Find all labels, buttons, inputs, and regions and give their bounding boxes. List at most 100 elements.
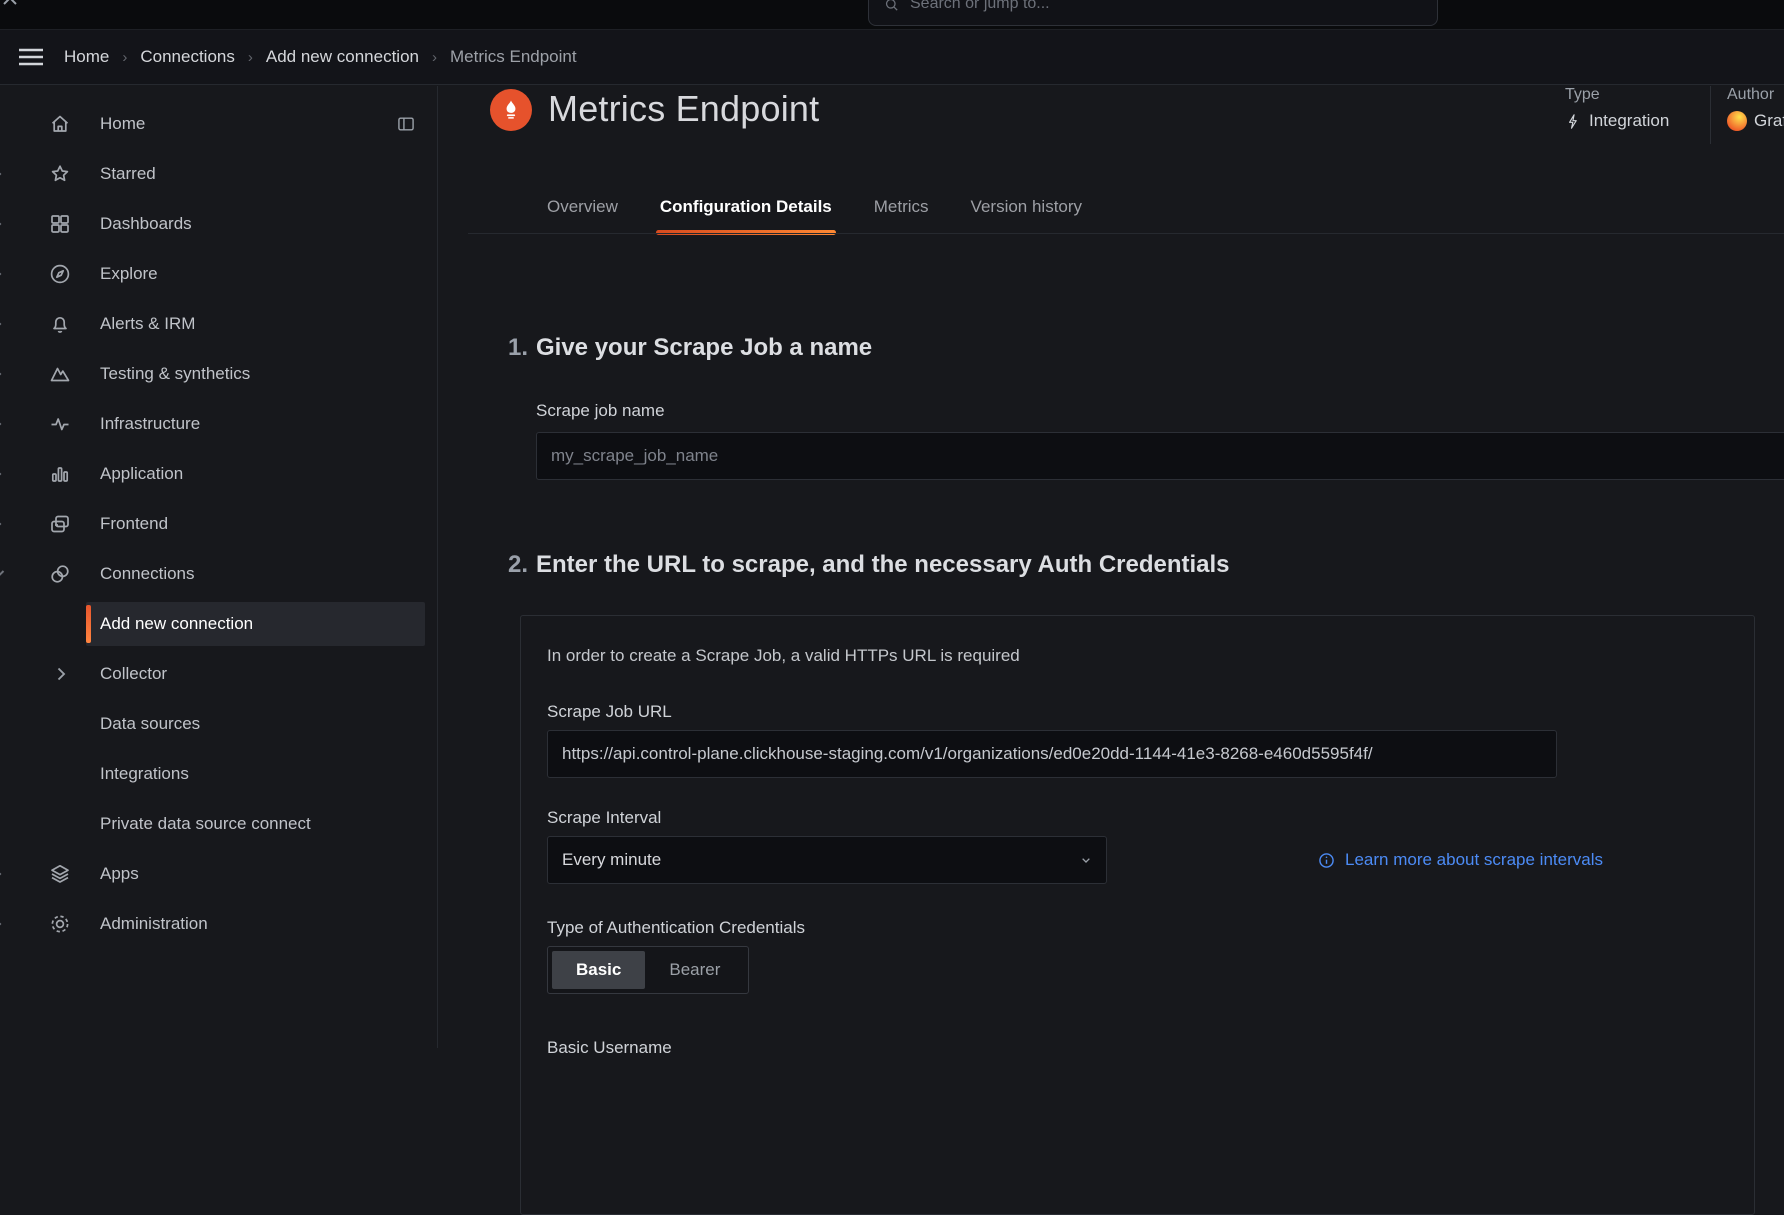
sidebar-item-label: Data sources [100, 714, 200, 734]
sidebar-item-label: Starred [100, 164, 156, 184]
sidebar-item-connections[interactable]: Connections [0, 549, 437, 599]
grafana-logo-icon [1727, 111, 1747, 131]
auth-option-bearer[interactable]: Bearer [645, 951, 744, 989]
mountain-k6-icon [48, 362, 72, 386]
sidebar-item-label: Apps [100, 864, 139, 884]
prometheus-icon [490, 89, 532, 131]
tab-configuration-details[interactable]: Configuration Details [658, 190, 834, 224]
sidebar-item-testing-synthetics[interactable]: Testing & synthetics [0, 349, 437, 399]
compass-icon [48, 262, 72, 286]
breadcrumb-home[interactable]: Home [64, 47, 109, 67]
sidebar-item-infrastructure[interactable]: Infrastructure [0, 399, 437, 449]
sidebar-row-private-data-source-connect: Private data source connect [0, 799, 437, 849]
link-rings-icon [48, 562, 72, 586]
breadcrumb-separator: › [122, 49, 127, 66]
sidebar-item-label: Collector [100, 664, 167, 684]
section-1-number: 1. [500, 334, 528, 362]
sidebar-item-alerts-irm[interactable]: Alerts & IRM [0, 299, 437, 349]
chevron-right-icon[interactable] [0, 217, 2, 231]
tab-bar-divider [468, 233, 1784, 234]
caret-up-icon [2, 0, 18, 6]
sidebar-item-starred[interactable]: Starred [0, 149, 437, 199]
chevron-right-icon[interactable] [0, 867, 2, 881]
frontend-windows-icon [48, 512, 72, 536]
auth-option-basic[interactable]: Basic [552, 951, 645, 989]
sidebar-item-label: Administration [100, 914, 208, 934]
breadcrumb-separator: › [248, 49, 253, 66]
chevron-right-icon[interactable] [0, 917, 2, 931]
breadcrumb-bar: Home › Connections › Add new connection … [0, 30, 1784, 85]
chevron-right-icon[interactable] [0, 467, 2, 481]
chevron-right-icon[interactable] [0, 367, 2, 381]
sidebar-item-collector[interactable]: Collector [86, 652, 425, 696]
sidebar-item-label: Integrations [100, 764, 189, 784]
sidebar-item-label: Dashboards [100, 214, 192, 234]
scrape-intervals-learn-more-link[interactable]: Learn more about scrape intervals [1317, 850, 1603, 870]
chevron-right-icon[interactable] [0, 167, 2, 181]
scrape-interval-select[interactable]: Every minute [547, 836, 1107, 884]
sidebar-item-label: Private data source connect [100, 814, 311, 834]
bar-chart-icon [48, 462, 72, 486]
search-icon [883, 0, 900, 13]
breadcrumb-current-page: Metrics Endpoint [450, 47, 577, 67]
sidebar-item-label: Frontend [100, 514, 168, 534]
sidebar-item-label: Testing & synthetics [100, 364, 250, 384]
sidebar-item-administration[interactable]: Administration [0, 899, 437, 949]
breadcrumb-connections[interactable]: Connections [140, 47, 235, 67]
home-icon [48, 112, 72, 136]
search-input[interactable]: Search or jump to... [868, 0, 1438, 26]
chevron-down-icon[interactable] [0, 570, 5, 579]
sidebar-row-integrations: Integrations [0, 749, 437, 799]
basic-username-label: Basic Username [547, 1038, 1728, 1058]
sidebar-item-explore[interactable]: Explore [0, 249, 437, 299]
scrape-job-url-label: Scrape Job URL [547, 702, 1728, 722]
sidebar-row-add-new-connection: Add new connection [0, 599, 437, 649]
chevron-right-icon[interactable] [57, 667, 66, 681]
sidebar-nav: Home Starred Dashboards Explore Alerts &… [0, 86, 438, 1048]
page-title: Metrics Endpoint [548, 88, 819, 130]
meta-divider [1710, 86, 1711, 144]
sidebar-item-apps[interactable]: Apps [0, 849, 437, 899]
chevron-right-icon[interactable] [0, 417, 2, 431]
sidebar-item-dashboards[interactable]: Dashboards [0, 199, 437, 249]
sidebar-item-label: Home [100, 114, 145, 134]
scrape-job-name-input[interactable] [536, 432, 1784, 480]
chevron-right-icon[interactable] [0, 317, 2, 331]
type-value: Integration [1589, 111, 1669, 131]
sidebar-item-label: Application [100, 464, 183, 484]
author-value: Grafana [1754, 111, 1784, 131]
sidebar-item-integrations[interactable]: Integrations [86, 752, 425, 796]
sidebar-item-home[interactable]: Home [0, 99, 437, 149]
sidebar-item-label: Add new connection [100, 614, 253, 634]
scrape-job-url-input[interactable] [547, 730, 1557, 778]
sidebar-item-application[interactable]: Application [0, 449, 437, 499]
dock-sidebar-icon[interactable] [396, 114, 416, 134]
chevron-right-icon[interactable] [0, 517, 2, 531]
star-icon [48, 162, 72, 186]
sidebar-item-label: Infrastructure [100, 414, 200, 434]
sidebar-item-label: Connections [100, 564, 195, 584]
sidebar-item-data-sources[interactable]: Data sources [86, 702, 425, 746]
breadcrumb-separator: › [432, 49, 437, 66]
dashboards-grid-icon [48, 212, 72, 236]
sidebar-item-add-new-connection[interactable]: Add new connection [86, 602, 425, 646]
chevron-right-icon[interactable] [0, 267, 2, 281]
section-2-title: Enter the URL to scrape, and the necessa… [536, 551, 1230, 579]
meta-type: Type Integration [1565, 86, 1669, 131]
sidebar-item-label: Explore [100, 264, 158, 284]
scrape-interval-value: Every minute [562, 850, 661, 870]
tab-bar: Overview Configuration Details Metrics V… [545, 190, 1084, 224]
breadcrumb-add-new-connection[interactable]: Add new connection [266, 47, 419, 67]
scrape-interval-row: Every minute Learn more about scrape int… [547, 836, 1728, 884]
section-2-heading: 2. Enter the URL to scrape, and the nece… [500, 551, 1230, 579]
sidebar-item-frontend[interactable]: Frontend [0, 499, 437, 549]
menu-icon[interactable] [16, 42, 46, 72]
top-strip: Search or jump to... [0, 0, 1784, 30]
tab-version-history[interactable]: Version history [969, 190, 1085, 224]
tab-overview[interactable]: Overview [545, 190, 620, 224]
active-item-accent-bar [86, 605, 91, 643]
scrape-job-name-label: Scrape job name [536, 401, 665, 421]
tab-metrics[interactable]: Metrics [872, 190, 931, 224]
scrape-interval-label: Scrape Interval [547, 808, 1728, 828]
sidebar-item-private-data-source-connect[interactable]: Private data source connect [86, 802, 425, 846]
